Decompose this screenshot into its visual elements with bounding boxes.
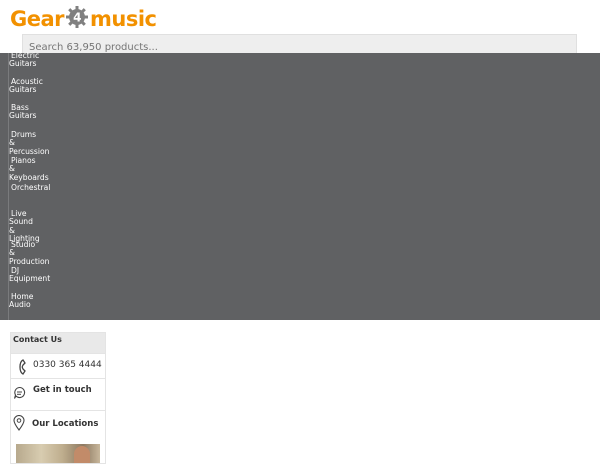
nav-item-label: Keyboards bbox=[9, 172, 49, 182]
logo-gear-icon: 4 bbox=[65, 5, 89, 34]
nav-item-orchestral[interactable]: Orchestral bbox=[9, 183, 51, 192]
nav-item-studio-production[interactable]: Studio & Production bbox=[9, 240, 51, 266]
staff-photo-person bbox=[74, 446, 90, 463]
phone-number[interactable]: 0330 365 4444 bbox=[33, 360, 102, 370]
nav-item-label: Audio bbox=[9, 300, 31, 310]
search-bar[interactable] bbox=[22, 34, 577, 55]
nav-item-label: Guitars bbox=[9, 111, 37, 121]
get-in-touch-row[interactable]: Get in touch bbox=[11, 378, 105, 405]
nav-item-label: Drums bbox=[11, 130, 37, 139]
nav-item-label: Equipment bbox=[9, 274, 51, 284]
logo-number: 4 bbox=[73, 10, 81, 24]
nav-item-acoustic-guitars[interactable]: Acoustic Guitars bbox=[9, 77, 51, 95]
nav-item-label: Pianos bbox=[11, 156, 36, 165]
nav-item-dj-equipment[interactable]: DJ Equipment bbox=[9, 266, 51, 284]
nav-item-pianos-keyboards[interactable]: Pianos & Keyboards bbox=[9, 156, 51, 182]
contact-panel: Contact Us 0330 365 4444 Get in touch Ou… bbox=[10, 332, 106, 464]
phone-icon bbox=[17, 359, 29, 375]
nav-item-electric-guitars[interactable]: Electric Guitars bbox=[9, 51, 51, 69]
contact-heading: Contact Us bbox=[11, 333, 105, 353]
nav-item-label: Guitars bbox=[9, 85, 37, 95]
nav-item-bass-guitars[interactable]: Bass Guitars bbox=[9, 103, 51, 121]
gear4music-logo[interactable]: Gear 4 music bbox=[10, 5, 157, 33]
nav-item-label: Guitars bbox=[9, 59, 37, 69]
nav-item-label: Orchestral bbox=[11, 183, 51, 192]
category-menu-overlay bbox=[0, 53, 600, 320]
get-in-touch-link[interactable]: Get in touch bbox=[33, 385, 92, 395]
location-pin-icon bbox=[13, 415, 25, 431]
our-locations-row[interactable]: Our Locations bbox=[11, 410, 105, 437]
our-locations-link[interactable]: Our Locations bbox=[32, 419, 98, 429]
phone-row[interactable]: 0330 365 4444 bbox=[11, 353, 105, 380]
nav-item-label: Percussion bbox=[9, 146, 50, 156]
logo-text-gear: Gear bbox=[10, 7, 65, 31]
logo-text-music: music bbox=[90, 7, 157, 31]
nav-item-live-sound-lighting[interactable]: Live Sound & Lighting bbox=[9, 209, 51, 243]
nav-item-label: Production bbox=[9, 256, 50, 266]
nav-item-home-audio[interactable]: Home Audio bbox=[9, 292, 51, 310]
nav-item-label: Studio bbox=[11, 240, 36, 249]
nav-item-drums-percussion[interactable]: Drums & Percussion bbox=[9, 130, 51, 156]
chat-icon bbox=[13, 385, 26, 399]
staff-photo bbox=[16, 444, 100, 463]
nav-item-label: Sound bbox=[9, 217, 33, 227]
